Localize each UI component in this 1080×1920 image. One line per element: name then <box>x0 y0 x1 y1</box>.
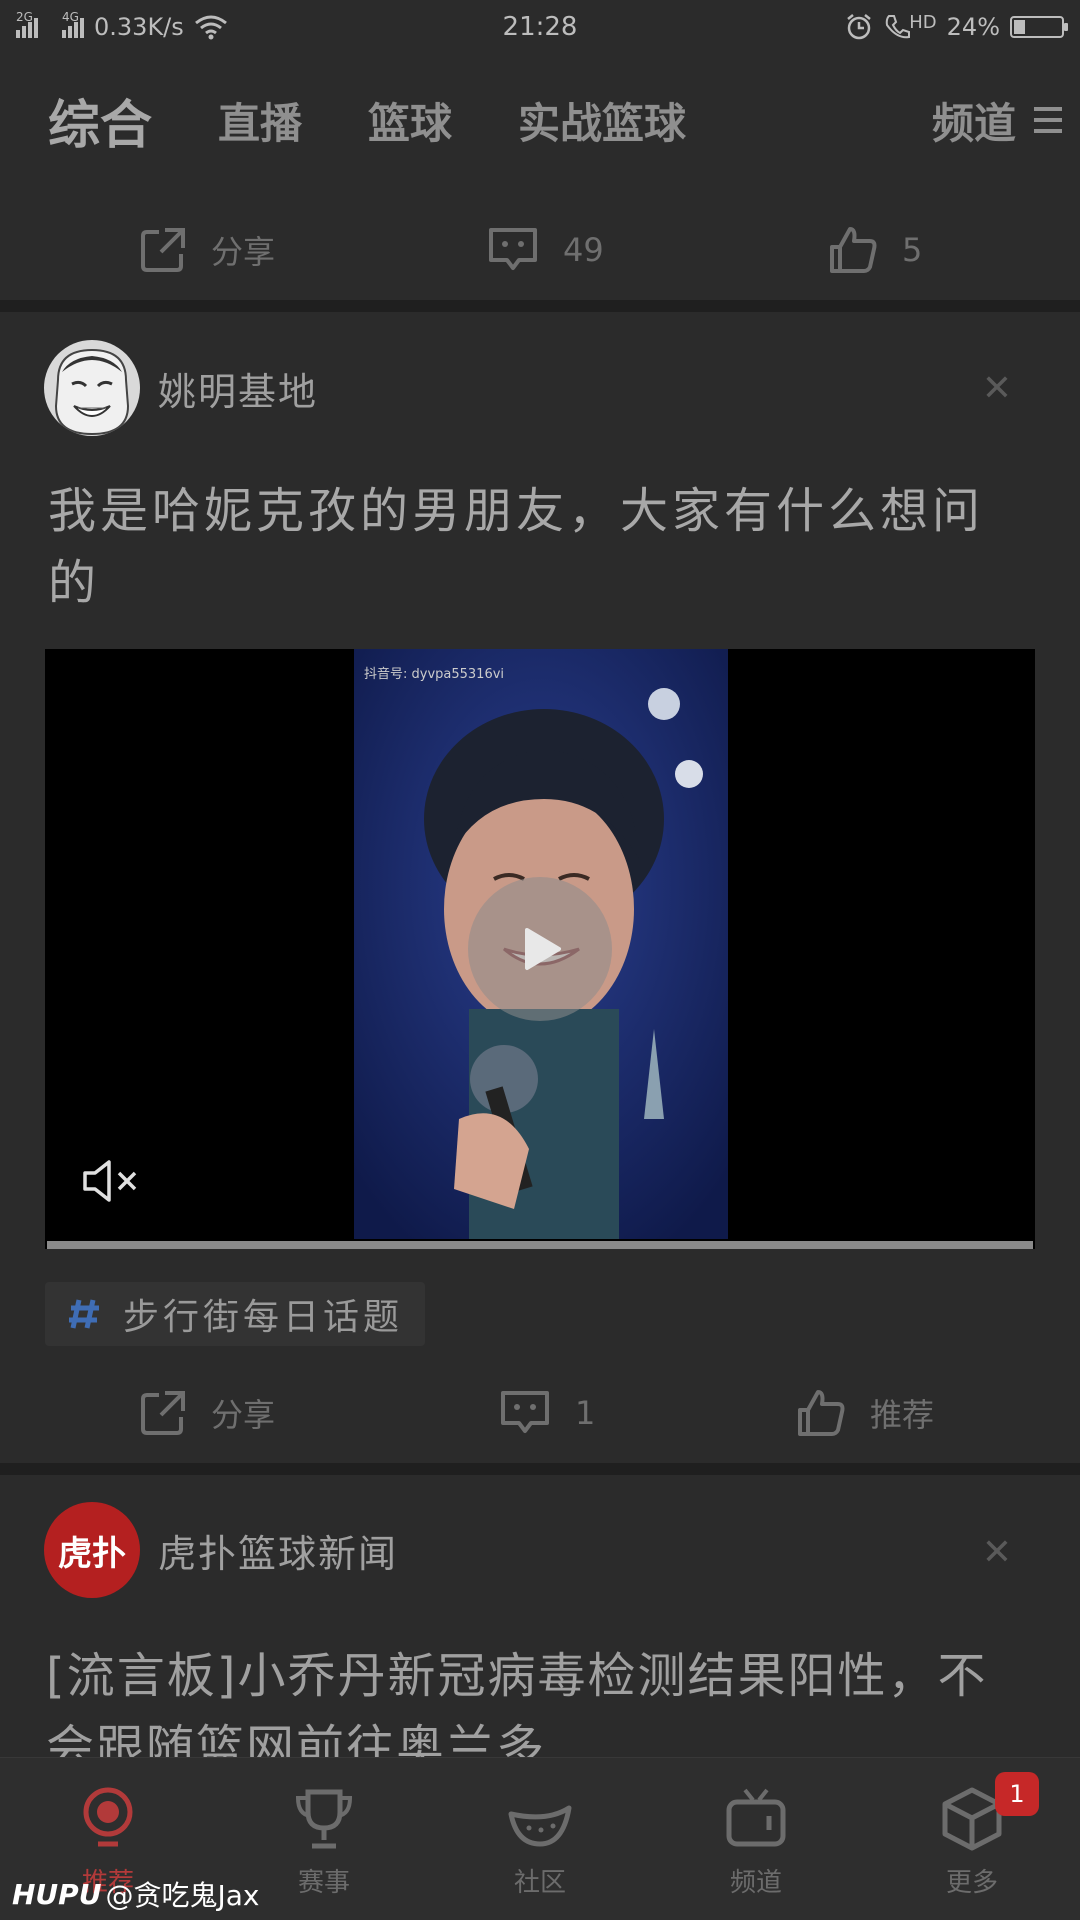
watermark-signature: HUPU @贪吃鬼Jax <box>12 1874 259 1914</box>
nav-label: 赛事 <box>297 1868 350 1898</box>
brand-logo: HUPU <box>12 1877 102 1911</box>
nav-label: 频道 <box>729 1868 782 1898</box>
post-actions: 分享 1 推荐 <box>0 1358 1080 1468</box>
battery-icon <box>1010 16 1068 38</box>
dismiss-post-button[interactable]: ✕ <box>982 368 1012 409</box>
status-bar: 2G 4G 0.33K/s 21:28 HD 24% <box>0 0 1080 54</box>
uploader-handle: @贪吃鬼Jax <box>105 1879 260 1912</box>
share-button[interactable]: 分享 <box>137 1387 275 1439</box>
nav-events[interactable]: 赛事 <box>264 1786 384 1899</box>
comment-icon <box>501 1391 549 1433</box>
share-icon <box>141 228 185 272</box>
top-nav: 综合 直播 篮球 实战篮球 频道 <box>0 70 1080 170</box>
comment-button[interactable]: 1 <box>497 1387 595 1439</box>
notification-badge: 1 <box>995 1772 1039 1816</box>
battery-level <box>1014 20 1025 34</box>
watermelon-icon <box>508 1805 572 1847</box>
divider <box>0 300 1080 312</box>
like-count: 5 <box>902 231 923 269</box>
topic-tag[interactable]: 步行街每日话题 <box>45 1282 426 1346</box>
trophy-icon <box>295 1789 353 1849</box>
hash-icon <box>69 1299 99 1329</box>
tab-basketball[interactable]: 篮球 <box>368 90 452 151</box>
tab-live[interactable]: 直播 <box>218 90 302 151</box>
tv-icon <box>726 1788 786 1847</box>
dismiss-post-button[interactable]: ✕ <box>982 1532 1012 1573</box>
nav-label: 社区 <box>513 1868 566 1898</box>
channel-button[interactable]: 频道 <box>932 90 1062 151</box>
author-name[interactable]: 姚明基地 <box>158 361 318 416</box>
prev-post-actions: 分享 49 5 <box>0 195 1080 305</box>
lightbulb-icon <box>83 1787 133 1847</box>
nav-channels[interactable]: 频道 <box>696 1786 816 1899</box>
recommend-button[interactable]: 推荐 <box>794 1386 934 1440</box>
video-progress-bar[interactable] <box>47 1241 1033 1249</box>
topic-label: 步行街每日话题 <box>123 1297 404 1338</box>
share-icon <box>141 1391 185 1435</box>
tab-pickup-basketball[interactable]: 实战篮球 <box>518 90 686 151</box>
recommend-label: 推荐 <box>870 1396 935 1434</box>
avatar-logo: 虎扑 <box>58 1533 126 1574</box>
nav-community[interactable]: 社区 <box>480 1786 600 1899</box>
author-name[interactable]: 虎扑篮球新闻 <box>158 1523 398 1578</box>
share-label: 分享 <box>211 1396 276 1434</box>
cube-icon <box>942 1787 1002 1851</box>
post-header[interactable]: 虎扑 虎扑篮球新闻 <box>44 1502 398 1598</box>
menu-icon <box>1034 107 1062 133</box>
mute-button[interactable] <box>81 1159 143 1207</box>
share-button[interactable]: 分享 <box>137 224 275 276</box>
video-watermark: 抖音号: dyvpa55316vi <box>364 667 505 682</box>
comment-button[interactable]: 49 <box>485 224 604 276</box>
avatar[interactable]: 虎扑 <box>44 1502 140 1598</box>
avatar[interactable] <box>44 340 140 436</box>
play-icon <box>525 928 561 970</box>
channel-label: 频道 <box>931 98 1016 148</box>
tab-general[interactable]: 综合 <box>48 83 152 158</box>
like-button[interactable]: 5 <box>826 223 922 277</box>
share-label: 分享 <box>211 233 276 271</box>
divider <box>0 1463 1080 1475</box>
comment-count: 1 <box>575 1394 596 1432</box>
play-button[interactable] <box>468 877 612 1021</box>
post-header[interactable]: 姚明基地 <box>44 340 318 436</box>
nav-label: 更多 <box>945 1868 998 1898</box>
thumbs-up-icon <box>830 227 877 273</box>
comment-count: 49 <box>563 231 604 269</box>
clock: 21:28 <box>502 12 578 42</box>
video-player[interactable]: 抖音号: dyvpa55316vi <box>45 649 1035 1249</box>
meme-face-icon <box>44 340 140 436</box>
post-title[interactable]: 我是哈妮克孜的男朋友，大家有什么想问的 <box>48 475 1028 619</box>
thumbs-up-icon <box>798 1390 845 1436</box>
volume-muted-icon <box>83 1160 137 1202</box>
comment-icon <box>489 228 537 270</box>
